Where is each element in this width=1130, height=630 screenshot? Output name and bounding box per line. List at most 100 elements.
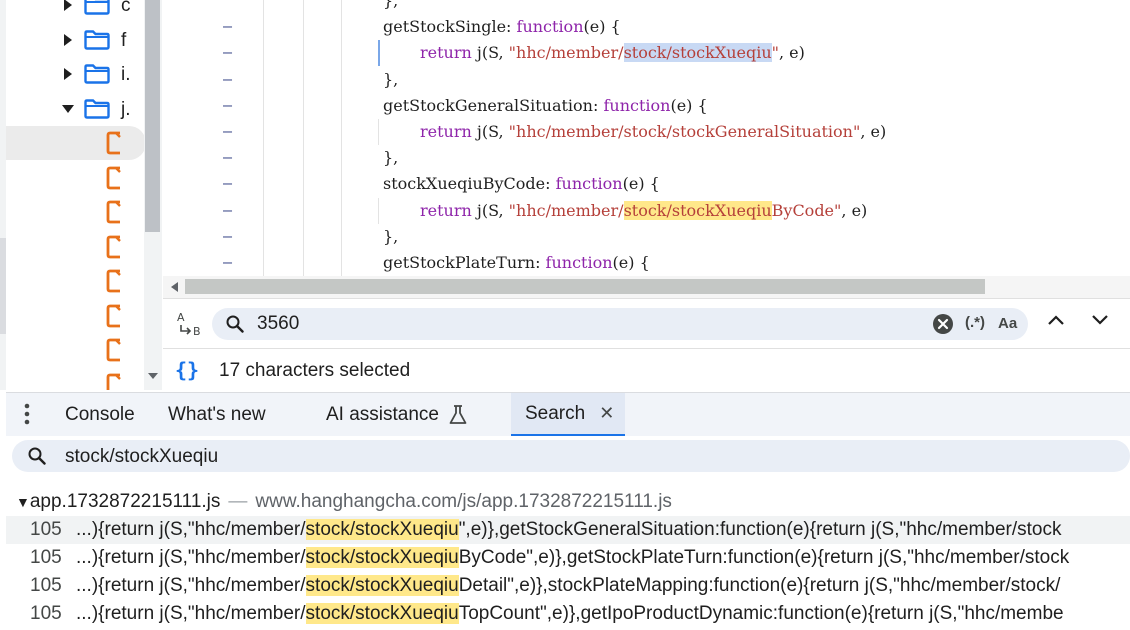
code-line-text: }, [383, 227, 398, 246]
search-icon [28, 447, 46, 465]
code-line[interactable]: – getStockGeneralSituation: function(e) { [163, 93, 1130, 119]
tree-folder-item[interactable]: c [6, 0, 146, 22]
snippet-match-highlight: stock/stockXueqiu [305, 603, 459, 624]
search-result-row[interactable]: 105 ...){return j(S,"hhc/member/stock/sto… [6, 600, 1130, 628]
gutter-diff-marker: – [223, 17, 233, 36]
tree-file-item[interactable] [6, 368, 146, 390]
code-line[interactable]: – return j(S, "hhc/member/stock/stockGene… [163, 119, 1130, 145]
tab-search[interactable]: Search ✕ [511, 393, 625, 436]
code-line[interactable]: – stockXueqiuByCode: function(e) { [163, 171, 1130, 197]
tree-file-item[interactable] [6, 299, 146, 333]
tree-scrollbar[interactable] [144, 0, 162, 390]
result-separator: — [228, 491, 248, 512]
code-line[interactable]: –}, [163, 145, 1130, 171]
tree-file-item[interactable] [6, 161, 146, 195]
global-search-box[interactable]: stock/stockXueqiu [12, 440, 1130, 472]
search-result-file-header[interactable]: ▼app.1732872215111.js — www.hanghangcha.co… [16, 491, 672, 513]
search-result-row[interactable]: 105 ...){return j(S,"hhc/member/stock/sto… [6, 572, 1130, 600]
result-line-number: 105 [30, 575, 62, 596]
result-line-number: 105 [30, 547, 62, 568]
code-line-text: getStockSingle: function(e) { [383, 17, 621, 36]
find-bar: A B 3560 (.*) Aa [163, 298, 1130, 348]
clear-search-icon[interactable] [932, 313, 954, 335]
code-token: getStockGeneralSituation: [383, 95, 604, 115]
find-input-box[interactable]: 3560 (.*) Aa [212, 308, 1028, 340]
code-token: j(S, [471, 122, 509, 141]
global-search-input[interactable]: stock/stockXueqiu [65, 446, 218, 468]
code-token: return [420, 122, 472, 141]
result-snippet: ...){return j(S,"hhc/member/stock/stockX… [76, 575, 1060, 597]
editor-scrollbar-thumb[interactable] [185, 279, 985, 294]
tree-scrollbar-thumb[interactable] [145, 0, 160, 232]
pretty-print-braces-icon[interactable]: {} [175, 358, 199, 382]
tree-folder-item[interactable]: j. [6, 92, 146, 126]
tree-file-item[interactable] [6, 230, 146, 264]
editor-status-bar: {} 17 characters selected [163, 348, 1130, 392]
code-token: stock/stockXueqiu [623, 43, 772, 63]
snippet-match-highlight: stock/stockXueqiu [305, 575, 459, 596]
code-token: (e) { [583, 17, 621, 37]
code-token: return [420, 200, 472, 220]
tree-item-label: j. [121, 98, 131, 120]
close-tab-icon[interactable]: ✕ [599, 403, 614, 424]
code-token: }, [383, 0, 399, 10]
code-token: return [420, 43, 472, 63]
tab-ai-assistance[interactable]: AI assistance [326, 393, 467, 436]
tab-whats-new[interactable]: What's new [168, 393, 266, 436]
expand-arrow-right-icon[interactable] [60, 66, 76, 82]
code-token: }, [383, 69, 399, 89]
code-line[interactable]: –}, [163, 224, 1130, 250]
scroll-down-arrow-icon[interactable] [148, 373, 158, 381]
search-result-row[interactable]: 105 ...){return j(S,"hhc/member/stock/sto… [6, 544, 1130, 572]
scroll-left-arrow-icon[interactable] [171, 282, 178, 292]
tree-file-item[interactable] [6, 264, 146, 298]
result-line-number: 105 [30, 603, 62, 624]
code-token: function [516, 17, 584, 37]
snippet-pre: ...){return j(S,"hhc/member/ [76, 603, 306, 624]
code-token: j(S, [471, 43, 509, 63]
gutter-diff-marker: – [223, 226, 233, 245]
find-previous-chevron-up-icon[interactable] [1047, 314, 1065, 326]
match-case-toggle-button[interactable]: Aa [998, 315, 1017, 332]
expand-triangle-icon[interactable]: ▼ [16, 494, 30, 510]
snippet-post: Detail",e)},stockPlateMapping:function(e… [458, 575, 1061, 596]
tree-file-item[interactable] [6, 195, 146, 229]
result-file-name: app.1732872215111.js [29, 491, 221, 512]
code-token: getStockSingle: [383, 17, 517, 37]
code-token: j(S, [471, 200, 509, 220]
expand-arrow-right-icon[interactable] [60, 32, 76, 48]
code-editor[interactable]: }, – getStockSingle: function(e) {– return … [163, 0, 1130, 298]
more-options-kebab-icon[interactable] [24, 403, 30, 425]
code-line[interactable]: – getStockPlateTurn: function(e) { [163, 250, 1130, 276]
tab-console[interactable]: Console [65, 393, 135, 436]
tree-folder-item[interactable]: i. [6, 57, 146, 91]
code-line[interactable]: – getStockSingle: function(e) { [163, 14, 1130, 40]
gutter-diff-marker: – [223, 200, 233, 219]
tree-file-item[interactable] [6, 333, 146, 367]
regex-toggle-button[interactable]: (.*) [965, 314, 985, 331]
cursor-line-marker [378, 40, 380, 67]
expand-arrow-down-icon[interactable] [60, 101, 76, 117]
result-snippet: ...){return j(S,"hhc/member/stock/stockX… [76, 519, 1061, 541]
code-line[interactable]: – return j(S, "hhc/member/stock/stockXueq… [163, 197, 1130, 224]
snippet-pre: ...){return j(S,"hhc/member/ [76, 519, 306, 540]
code-line[interactable]: – return j(S, "hhc/member/stock/stockXueq… [163, 40, 1130, 67]
triangle-right-icon [64, 0, 72, 11]
editor-horizontal-scrollbar[interactable] [163, 276, 1130, 298]
js-file-icon [106, 338, 121, 362]
find-next-chevron-down-icon[interactable] [1091, 314, 1109, 326]
snippet-post: ",e)},getStockGeneralSituation:function(… [458, 519, 1062, 540]
code-token: function [545, 253, 613, 272]
code-line[interactable]: }, [163, 0, 1130, 14]
code-line[interactable]: –}, [163, 67, 1130, 93]
tree-folder-item[interactable]: f [6, 23, 146, 57]
replace-toggle-icon[interactable]: A B [175, 309, 205, 337]
tree-file-item[interactable] [6, 126, 146, 160]
gutter-diff-marker: – [223, 43, 233, 62]
expand-arrow-right-icon[interactable] [60, 0, 76, 13]
find-input[interactable]: 3560 [257, 313, 299, 335]
search-panel: stock/stockXueqiu ▼app.1732872215111.js —… [6, 436, 1130, 630]
snippet-post: ByCode",e)},getStockPlateTurn:function(e… [458, 547, 1070, 568]
search-result-row[interactable]: 105 ...){return j(S,"hhc/member/stock/sto… [6, 516, 1130, 544]
triangle-down-icon [62, 104, 74, 113]
